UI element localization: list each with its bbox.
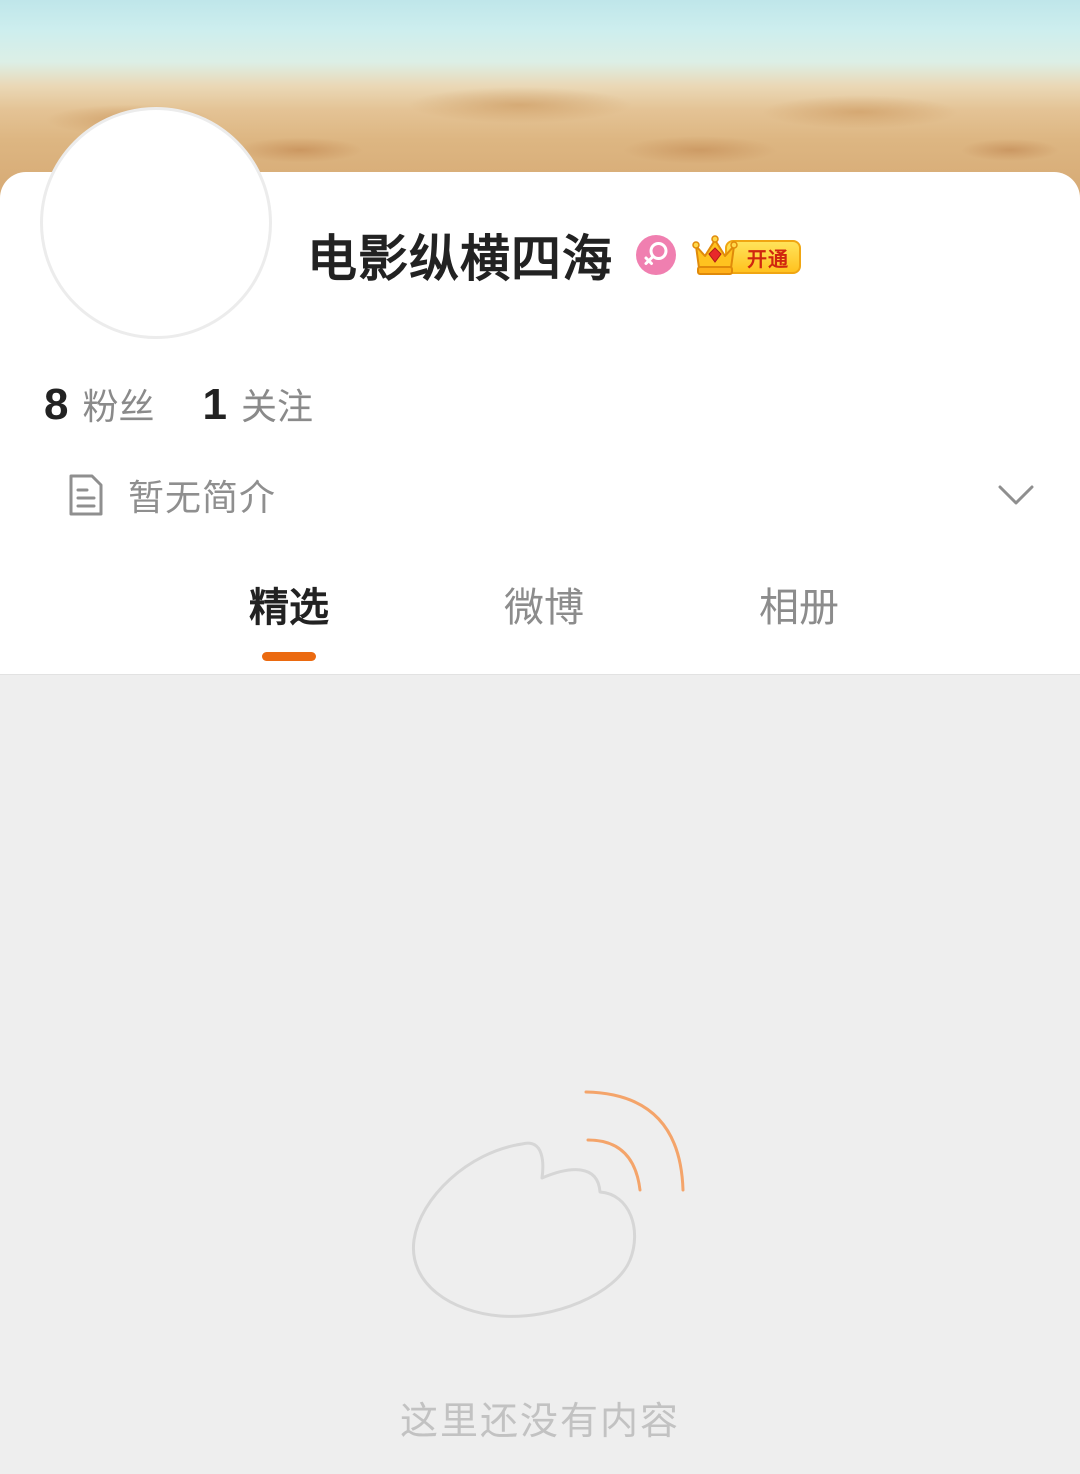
bio-text: 暂无简介 [128, 478, 277, 519]
weibo-logo-icon [411, 1090, 685, 1318]
empty-state-message: 这里还没有内容 [399, 1399, 680, 1443]
followers-count: 8 [44, 380, 69, 429]
document-icon [69, 474, 103, 516]
followers-label: 粉丝 [82, 387, 155, 428]
profile-stats: 8 粉丝 1 关注 [44, 378, 361, 430]
user-name: 电影纵横四海 [307, 230, 613, 288]
tab-album[interactable]: 相册 [729, 578, 869, 668]
female-icon [636, 235, 676, 275]
empty-state: 这里还没有内容 [0, 676, 1080, 1474]
followers-stat[interactable]: 8 粉丝 [44, 378, 155, 430]
profile-tabs: 精选 微博 相册 [0, 578, 1080, 668]
following-stat[interactable]: 1 关注 [203, 378, 314, 430]
following-label: 关注 [240, 387, 313, 428]
vip-open-label: 开通 [747, 246, 789, 271]
crown-icon [692, 235, 738, 275]
name-row: 电影纵横四海 开通 [307, 222, 803, 288]
tab-featured[interactable]: 精选 [219, 578, 359, 668]
tab-featured-label: 精选 [249, 585, 329, 631]
following-count: 1 [202, 380, 227, 429]
tab-album-label: 相册 [759, 585, 839, 631]
active-tab-indicator [262, 652, 316, 661]
chevron-down-icon[interactable] [996, 478, 1036, 512]
tab-weibo-label: 微博 [504, 585, 584, 631]
bio-row[interactable]: 暂无简介 [66, 470, 1036, 520]
tab-weibo[interactable]: 微博 [474, 578, 614, 668]
profile-page: 电影纵横四海 开通 8 粉丝 1 关注 暂无简介 精选 微博 相册 这里还没有内… [0, 0, 1080, 1474]
vip-open-button[interactable]: 开通 [691, 232, 803, 278]
avatar[interactable] [40, 107, 272, 339]
